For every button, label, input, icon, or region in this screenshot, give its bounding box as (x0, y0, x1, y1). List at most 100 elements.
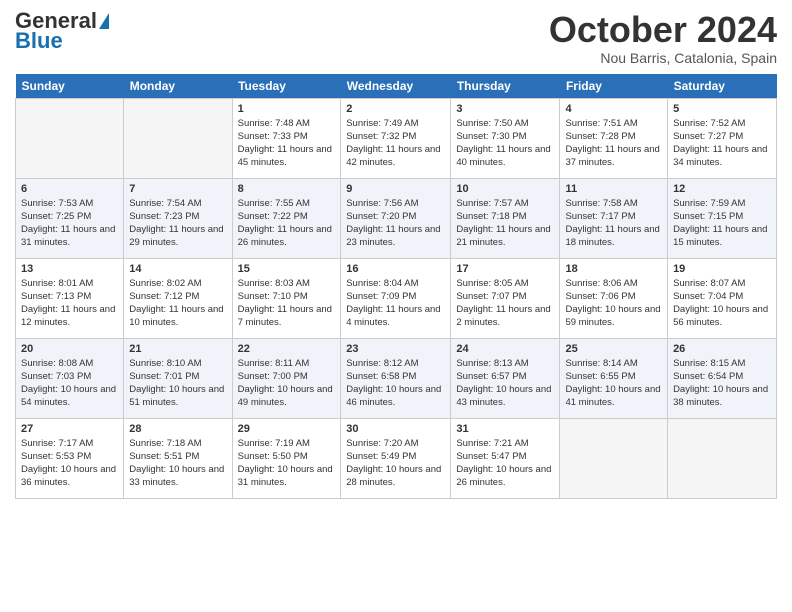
day-number: 2 (346, 103, 445, 115)
day-info: Sunrise: 8:10 AM Sunset: 7:01 PM Dayligh… (129, 357, 226, 410)
day-number: 14 (129, 263, 226, 275)
day-info: Sunrise: 7:18 AM Sunset: 5:51 PM Dayligh… (129, 437, 226, 490)
day-info: Sunrise: 7:57 AM Sunset: 7:18 PM Dayligh… (456, 197, 554, 250)
day-info: Sunrise: 7:55 AM Sunset: 7:22 PM Dayligh… (238, 197, 336, 250)
calendar-day-cell: 5 Sunrise: 7:52 AM Sunset: 7:27 PM Daylig… (668, 98, 777, 178)
day-number: 6 (21, 183, 118, 195)
calendar-day-cell (124, 98, 232, 178)
day-info: Sunrise: 8:01 AM Sunset: 7:13 PM Dayligh… (21, 277, 118, 330)
day-info: Sunrise: 8:15 AM Sunset: 6:54 PM Dayligh… (673, 357, 771, 410)
day-number: 17 (456, 263, 554, 275)
day-info: Sunrise: 7:58 AM Sunset: 7:17 PM Dayligh… (565, 197, 662, 250)
calendar-day-cell: 13 Sunrise: 8:01 AM Sunset: 7:13 PM Dayli… (16, 258, 124, 338)
calendar-table: SundayMondayTuesdayWednesdayThursdayFrid… (15, 74, 777, 499)
calendar-day-cell: 20 Sunrise: 8:08 AM Sunset: 7:03 PM Dayli… (16, 338, 124, 418)
day-info: Sunrise: 7:48 AM Sunset: 7:33 PM Dayligh… (238, 117, 336, 170)
calendar-day-cell (16, 98, 124, 178)
day-number: 9 (346, 183, 445, 195)
calendar-day-cell (668, 418, 777, 498)
day-of-week-header: Tuesday (232, 74, 341, 99)
day-number: 13 (21, 263, 118, 275)
day-info: Sunrise: 7:50 AM Sunset: 7:30 PM Dayligh… (456, 117, 554, 170)
calendar-day-cell: 1 Sunrise: 7:48 AM Sunset: 7:33 PM Daylig… (232, 98, 341, 178)
main-container: General Blue October 2024 Nou Barris, Ca… (0, 0, 792, 509)
day-number: 20 (21, 343, 118, 355)
day-number: 16 (346, 263, 445, 275)
calendar-day-cell: 3 Sunrise: 7:50 AM Sunset: 7:30 PM Daylig… (451, 98, 560, 178)
calendar-week-row: 6 Sunrise: 7:53 AM Sunset: 7:25 PM Daylig… (16, 178, 777, 258)
calendar-day-cell: 11 Sunrise: 7:58 AM Sunset: 7:17 PM Dayli… (560, 178, 668, 258)
day-number: 22 (238, 343, 336, 355)
day-number: 3 (456, 103, 554, 115)
day-number: 28 (129, 423, 226, 435)
calendar-day-cell: 10 Sunrise: 7:57 AM Sunset: 7:18 PM Dayli… (451, 178, 560, 258)
calendar-day-cell: 25 Sunrise: 8:14 AM Sunset: 6:55 PM Dayli… (560, 338, 668, 418)
day-number: 30 (346, 423, 445, 435)
calendar-day-cell: 23Sunrise: 8:12 AM Sunset: 6:58 PM Dayli… (341, 338, 451, 418)
day-number: 21 (129, 343, 226, 355)
calendar-header-row: SundayMondayTuesdayWednesdayThursdayFrid… (16, 74, 777, 99)
day-number: 10 (456, 183, 554, 195)
calendar-day-cell: 21 Sunrise: 8:10 AM Sunset: 7:01 PM Dayli… (124, 338, 232, 418)
day-info: Sunrise: 7:20 AM Sunset: 5:49 PM Dayligh… (346, 437, 445, 490)
day-info: Sunrise: 7:21 AM Sunset: 5:47 PM Dayligh… (456, 437, 554, 490)
calendar-day-cell: 29Sunrise: 7:19 AM Sunset: 5:50 PM Dayli… (232, 418, 341, 498)
day-info: Sunrise: 8:11 AM Sunset: 7:00 PM Dayligh… (238, 357, 336, 410)
calendar-day-cell: 16 Sunrise: 8:04 AM Sunset: 7:09 PM Dayli… (341, 258, 451, 338)
calendar-day-cell: 26 Sunrise: 8:15 AM Sunset: 6:54 PM Dayli… (668, 338, 777, 418)
day-number: 8 (238, 183, 336, 195)
day-number: 29 (238, 423, 336, 435)
day-info: Sunrise: 7:54 AM Sunset: 7:23 PM Dayligh… (129, 197, 226, 250)
day-number: 19 (673, 263, 771, 275)
day-of-week-header: Wednesday (341, 74, 451, 99)
calendar-day-cell: 24Sunrise: 8:13 AM Sunset: 6:57 PM Dayli… (451, 338, 560, 418)
calendar-day-cell: 2 Sunrise: 7:49 AM Sunset: 7:32 PM Daylig… (341, 98, 451, 178)
calendar-day-cell: 9 Sunrise: 7:56 AM Sunset: 7:20 PM Daylig… (341, 178, 451, 258)
day-info: Sunrise: 7:56 AM Sunset: 7:20 PM Dayligh… (346, 197, 445, 250)
day-of-week-header: Sunday (16, 74, 124, 99)
calendar-day-cell: 14Sunrise: 8:02 AM Sunset: 7:12 PM Dayli… (124, 258, 232, 338)
calendar-day-cell: 6 Sunrise: 7:53 AM Sunset: 7:25 PM Daylig… (16, 178, 124, 258)
day-number: 7 (129, 183, 226, 195)
calendar-day-cell: 4 Sunrise: 7:51 AM Sunset: 7:28 PM Daylig… (560, 98, 668, 178)
calendar-day-cell: 15Sunrise: 8:03 AM Sunset: 7:10 PM Dayli… (232, 258, 341, 338)
day-number: 4 (565, 103, 662, 115)
day-number: 27 (21, 423, 118, 435)
day-of-week-header: Monday (124, 74, 232, 99)
day-number: 24 (456, 343, 554, 355)
day-info: Sunrise: 7:17 AM Sunset: 5:53 PM Dayligh… (21, 437, 118, 490)
day-number: 25 (565, 343, 662, 355)
day-info: Sunrise: 7:49 AM Sunset: 7:32 PM Dayligh… (346, 117, 445, 170)
calendar-day-cell: 22 Sunrise: 8:11 AM Sunset: 7:00 PM Dayli… (232, 338, 341, 418)
day-info: Sunrise: 8:08 AM Sunset: 7:03 PM Dayligh… (21, 357, 118, 410)
day-number: 12 (673, 183, 771, 195)
calendar-day-cell: 27 Sunrise: 7:17 AM Sunset: 5:53 PM Dayli… (16, 418, 124, 498)
calendar-week-row: 27 Sunrise: 7:17 AM Sunset: 5:53 PM Dayli… (16, 418, 777, 498)
calendar-day-cell: 8 Sunrise: 7:55 AM Sunset: 7:22 PM Daylig… (232, 178, 341, 258)
location: Nou Barris, Catalonia, Spain (549, 50, 777, 66)
calendar-day-cell: 7 Sunrise: 7:54 AM Sunset: 7:23 PM Daylig… (124, 178, 232, 258)
day-info: Sunrise: 8:12 AM Sunset: 6:58 PM Dayligh… (346, 357, 445, 410)
day-number: 1 (238, 103, 336, 115)
day-number: 26 (673, 343, 771, 355)
day-info: Sunrise: 7:59 AM Sunset: 7:15 PM Dayligh… (673, 197, 771, 250)
calendar-week-row: 20 Sunrise: 8:08 AM Sunset: 7:03 PM Dayli… (16, 338, 777, 418)
logo-icon (99, 13, 109, 29)
day-number: 18 (565, 263, 662, 275)
day-number: 5 (673, 103, 771, 115)
day-info: Sunrise: 8:03 AM Sunset: 7:10 PM Dayligh… (238, 277, 336, 330)
day-info: Sunrise: 8:05 AM Sunset: 7:07 PM Dayligh… (456, 277, 554, 330)
calendar-day-cell: 17 Sunrise: 8:05 AM Sunset: 7:07 PM Dayli… (451, 258, 560, 338)
day-of-week-header: Thursday (451, 74, 560, 99)
day-info: Sunrise: 8:04 AM Sunset: 7:09 PM Dayligh… (346, 277, 445, 330)
day-info: Sunrise: 7:51 AM Sunset: 7:28 PM Dayligh… (565, 117, 662, 170)
day-info: Sunrise: 8:14 AM Sunset: 6:55 PM Dayligh… (565, 357, 662, 410)
title-block: October 2024 Nou Barris, Catalonia, Spai… (549, 10, 777, 66)
day-info: Sunrise: 7:52 AM Sunset: 7:27 PM Dayligh… (673, 117, 771, 170)
day-number: 11 (565, 183, 662, 195)
calendar-week-row: 13 Sunrise: 8:01 AM Sunset: 7:13 PM Dayli… (16, 258, 777, 338)
day-info: Sunrise: 7:53 AM Sunset: 7:25 PM Dayligh… (21, 197, 118, 250)
calendar-week-row: 1 Sunrise: 7:48 AM Sunset: 7:33 PM Daylig… (16, 98, 777, 178)
day-info: Sunrise: 8:07 AM Sunset: 7:04 PM Dayligh… (673, 277, 771, 330)
day-of-week-header: Saturday (668, 74, 777, 99)
